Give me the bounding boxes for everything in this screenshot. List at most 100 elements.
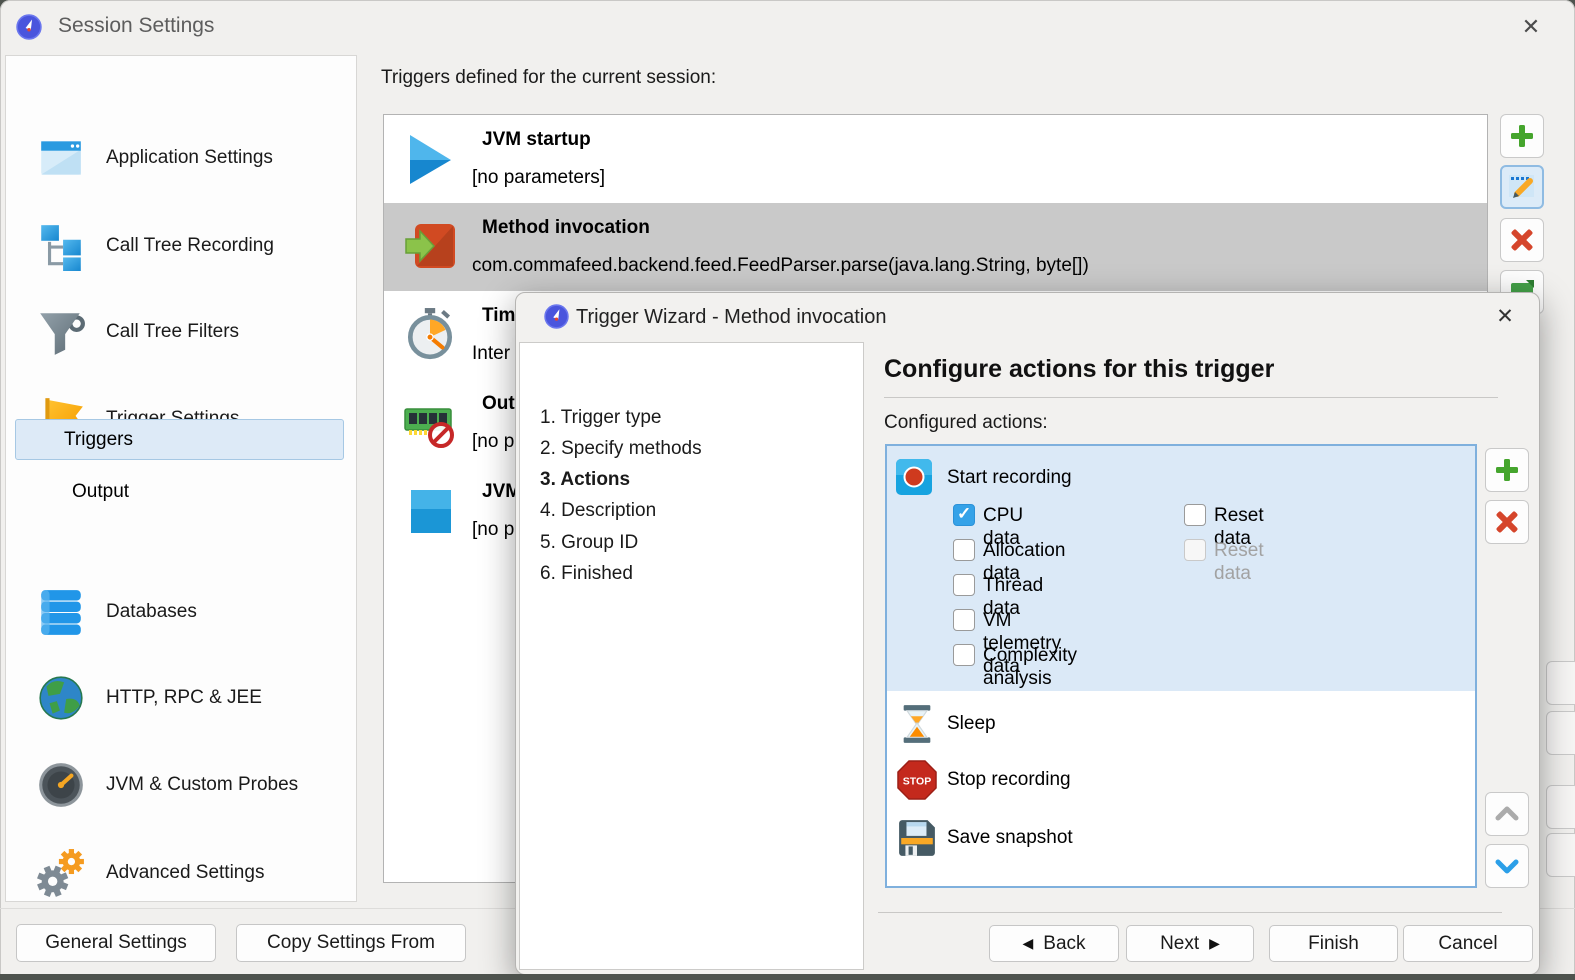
button-label: Cancel xyxy=(1438,933,1497,955)
trigger-subtitle: Inter xyxy=(472,343,510,365)
sidebar-item-triggers[interactable]: Triggers xyxy=(15,419,344,460)
sidebar-item-advanced-settings[interactable]: Advanced Settings xyxy=(6,838,356,908)
trigger-subtitle: [no p xyxy=(472,519,514,541)
action-item-stop-recording[interactable]: STOP Stop recording xyxy=(887,752,1475,808)
trigger-title: JVM startup xyxy=(482,129,591,151)
plus-icon xyxy=(1493,456,1521,484)
chevron-up-icon xyxy=(1494,801,1520,827)
wizard-step-actions[interactable]: 3. Actions xyxy=(540,464,630,495)
checkbox-label: Complexity analysis xyxy=(983,644,1077,690)
sidebar-item-label: Triggers xyxy=(64,429,133,451)
configured-actions-panel: Start recording CPU data Allocation data… xyxy=(885,444,1477,888)
add-action-button[interactable] xyxy=(1485,448,1529,492)
trigger-row-method-invocation[interactable]: Method invocation com.commafeed.backend.… xyxy=(384,203,1487,291)
action-label: Save snapshot xyxy=(947,827,1073,849)
jprofiler-logo-icon xyxy=(544,304,569,329)
trigger-subtitle: [no parameters] xyxy=(472,167,605,189)
button-label: Finish xyxy=(1308,933,1359,955)
checkbox-label: Reset data xyxy=(1214,539,1264,585)
stop-sign-icon: STOP xyxy=(897,760,937,800)
trigger-subtitle: com.commafeed.backend.feed.FeedParser.pa… xyxy=(472,255,1089,277)
method-arrow-icon xyxy=(404,219,456,275)
sidebar-item-label: Application Settings xyxy=(106,147,273,169)
reset-data-checkbox[interactable] xyxy=(1184,504,1206,526)
floppy-disk-icon xyxy=(897,818,937,858)
settings-sidebar: Application Settings Call Tree Recording… xyxy=(5,55,357,902)
wizard-footer-separator xyxy=(878,912,1502,913)
play-icon xyxy=(404,131,456,187)
action-item-sleep[interactable]: Sleep xyxy=(887,696,1475,752)
sidebar-item-output[interactable]: Output xyxy=(15,471,344,512)
move-action-down-button[interactable] xyxy=(1485,844,1529,888)
action-label: Sleep xyxy=(947,713,996,735)
sidebar-item-call-tree-filters[interactable]: Call Tree Filters xyxy=(6,297,356,367)
triggers-list-caption: Triggers defined for the current session… xyxy=(381,67,716,89)
edit-trigger-button[interactable] xyxy=(1500,165,1544,209)
wizard-page-heading: Configure actions for this trigger xyxy=(884,355,1274,384)
configured-actions-label: Configured actions: xyxy=(884,412,1048,434)
finish-button[interactable]: Finish xyxy=(1269,925,1398,962)
funnel-icon xyxy=(36,307,86,357)
hourglass-icon xyxy=(897,704,937,744)
memory-icon xyxy=(404,395,456,451)
delete-x-icon xyxy=(1493,508,1521,536)
sidebar-item-call-tree-recording[interactable]: Call Tree Recording xyxy=(6,211,356,281)
partial-button xyxy=(1546,711,1575,755)
reset-data-checkbox-disabled xyxy=(1184,539,1206,561)
wizard-step-specify-methods[interactable]: 2. Specify methods xyxy=(540,433,702,464)
partial-button xyxy=(1546,661,1575,705)
cancel-button[interactable]: Cancel xyxy=(1403,925,1533,962)
database-icon xyxy=(36,587,86,637)
trigger-wizard-dialog: Trigger Wizard - Method invocation ✕ 1. … xyxy=(515,292,1540,975)
copy-settings-from-button[interactable]: Copy Settings From xyxy=(236,924,466,962)
app-window-icon xyxy=(36,133,86,183)
partial-button xyxy=(1546,785,1575,829)
gears-icon xyxy=(36,848,86,898)
trigger-title: Out xyxy=(482,393,515,415)
sidebar-item-label: Advanced Settings xyxy=(106,862,264,884)
stop-sign-text: STOP xyxy=(903,776,931,788)
back-button[interactable]: ◀ Back xyxy=(989,925,1119,962)
sidebar-item-label: JVM & Custom Probes xyxy=(106,774,298,796)
wizard-step-description[interactable]: 4. Description xyxy=(540,495,656,526)
sidebar-item-label: Call Tree Filters xyxy=(106,321,239,343)
thread-data-checkbox[interactable] xyxy=(953,574,975,596)
chevron-down-icon xyxy=(1494,853,1520,879)
trigger-subtitle: [no p xyxy=(472,431,514,453)
complexity-analysis-checkbox[interactable] xyxy=(953,644,975,666)
move-action-up-button[interactable] xyxy=(1485,792,1529,836)
wizard-step-group-id[interactable]: 5. Group ID xyxy=(540,527,638,558)
wizard-title: Trigger Wizard - Method invocation xyxy=(576,306,887,329)
sidebar-item-label: HTTP, RPC & JEE xyxy=(106,687,262,709)
sidebar-item-http-rpc-jee[interactable]: HTTP, RPC & JEE xyxy=(6,663,356,733)
wizard-step-finished[interactable]: 6. Finished xyxy=(540,558,633,589)
action-item-save-snapshot[interactable]: Save snapshot xyxy=(887,810,1475,866)
window-close-button[interactable]: ✕ xyxy=(1513,10,1549,44)
trigger-title: Tim xyxy=(482,305,515,327)
action-label: Stop recording xyxy=(947,769,1071,791)
wizard-close-button[interactable]: ✕ xyxy=(1488,301,1522,333)
action-label: Start recording xyxy=(947,467,1072,489)
vm-telemetry-data-checkbox[interactable] xyxy=(953,609,975,631)
back-arrow-icon: ◀ xyxy=(1022,935,1033,952)
sidebar-item-label: Databases xyxy=(106,601,197,623)
sidebar-item-databases[interactable]: Databases xyxy=(6,577,356,647)
general-settings-button[interactable]: General Settings xyxy=(16,924,216,962)
delete-trigger-button[interactable] xyxy=(1500,218,1544,262)
remove-action-button[interactable] xyxy=(1485,500,1529,544)
sidebar-item-label: Call Tree Recording xyxy=(106,235,274,257)
gauge-icon xyxy=(36,760,86,810)
add-trigger-button[interactable] xyxy=(1500,114,1544,158)
next-button[interactable]: Next ▶ xyxy=(1126,925,1254,962)
sidebar-item-jvm-custom-probes[interactable]: JVM & Custom Probes xyxy=(6,750,356,820)
wizard-steps-panel: 1. Trigger type 2. Specify methods 3. Ac… xyxy=(519,342,864,970)
trigger-row-jvm-startup[interactable]: JVM startup [no parameters] xyxy=(384,115,1487,203)
stopwatch-icon xyxy=(404,307,456,363)
action-item-start-recording[interactable]: Start recording CPU data Allocation data… xyxy=(887,446,1475,691)
button-label: Next xyxy=(1160,933,1199,955)
sidebar-item-application-settings[interactable]: Application Settings xyxy=(6,123,356,193)
wizard-step-trigger-type[interactable]: 1. Trigger type xyxy=(540,402,661,433)
cpu-data-checkbox[interactable] xyxy=(953,504,975,526)
allocation-data-checkbox[interactable] xyxy=(953,539,975,561)
trigger-title: Method invocation xyxy=(482,217,650,239)
